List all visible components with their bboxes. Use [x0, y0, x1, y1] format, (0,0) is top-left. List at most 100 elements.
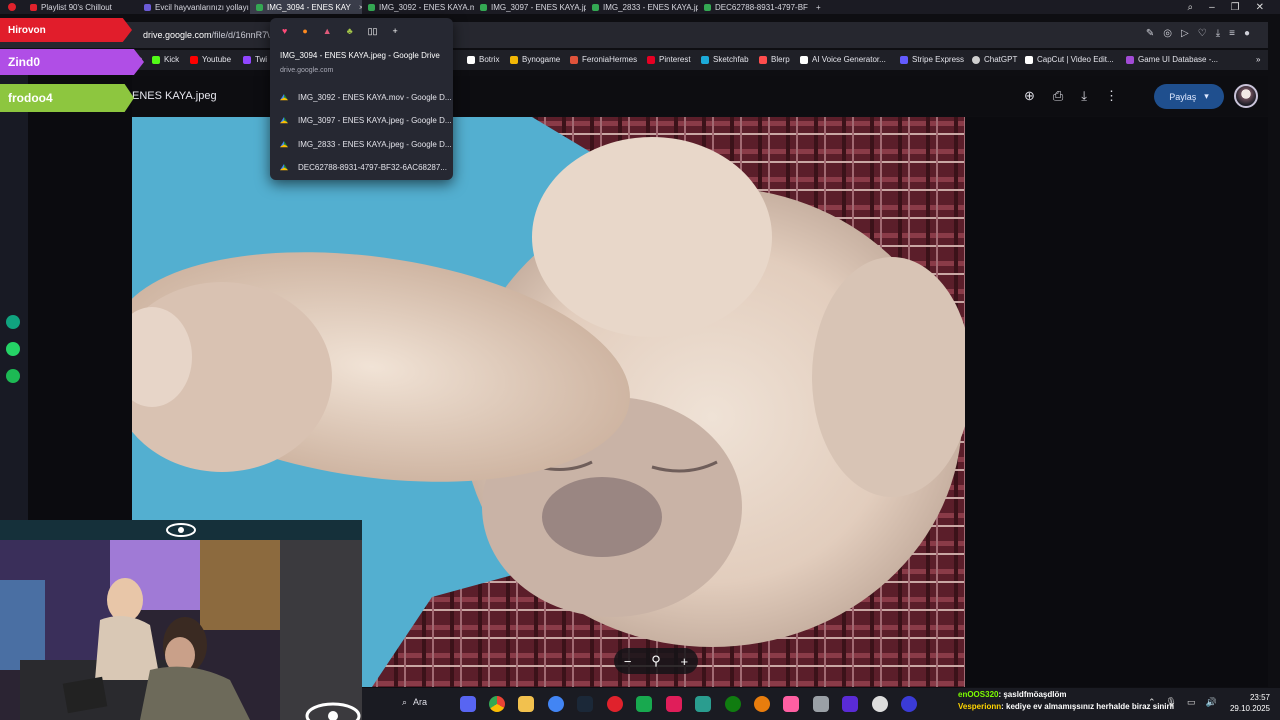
steam-icon[interactable]: [577, 696, 593, 712]
tab-label: Playlist 90's Chillout: [41, 2, 112, 12]
bookmark-feroniahermes[interactable]: FeroniaHermes: [570, 55, 637, 64]
profile-icon[interactable]: ●: [1244, 28, 1250, 39]
visual-studio-icon[interactable]: [842, 696, 858, 712]
tab-evcil[interactable]: Evcil hayvanlarınızı yollayı: [138, 0, 250, 14]
opera-logo-icon[interactable]: [8, 3, 16, 11]
twitch-icon: [243, 55, 251, 64]
zoom-out-button[interactable]: −: [624, 654, 632, 669]
bookmark-kick[interactable]: Kick: [152, 55, 179, 64]
bookmark-twitch[interactable]: Twi: [243, 55, 267, 64]
heart-icon[interactable]: ♥: [282, 26, 287, 37]
bookmark-label: Stripe Express: [912, 55, 965, 64]
account-avatar[interactable]: [1234, 84, 1258, 108]
tab-playlist[interactable]: Playlist 90's Chillout: [24, 0, 138, 14]
display-icon[interactable]: ▭: [1187, 697, 1196, 708]
bookmark-bynogame[interactable]: Bynogame: [510, 55, 560, 64]
taskbar-search[interactable]: ⌕ Ara: [402, 697, 427, 708]
print-icon[interactable]: ⎙: [1053, 88, 1063, 104]
tab-img-3094[interactable]: IMG_3094 - ENES KAY ×: [250, 0, 362, 14]
bookmark-ai-voice[interactable]: AI Voice Generator...: [800, 55, 886, 64]
discord-icon[interactable]: [460, 696, 476, 712]
kick-icon: [152, 55, 160, 64]
bookmark-pinterest[interactable]: Pinterest: [647, 55, 691, 64]
url-text[interactable]: drive.google.com/file/d/16nnR7\: [143, 30, 270, 40]
tab-menu-item[interactable]: IMG_3097 - ENES KAYA.jpeg - Google D...: [280, 116, 452, 125]
file-explorer-icon[interactable]: [518, 696, 534, 712]
chrome-icon[interactable]: [489, 696, 505, 712]
app-cube-icon[interactable]: [695, 696, 711, 712]
bookmark-capcut[interactable]: CapCut | Video Edit...: [1025, 55, 1114, 64]
flame-icon[interactable]: ●: [302, 26, 307, 37]
chevron-down-icon[interactable]: ▾: [1204, 91, 1209, 102]
tab-img-2833[interactable]: IMG_2833 - ENES KAYA.jp: [586, 0, 698, 14]
bookmark-botrix[interactable]: Botrix: [467, 55, 499, 64]
bookmark-blerp[interactable]: Blerp: [759, 55, 790, 64]
add-icon[interactable]: +: [393, 26, 398, 37]
tree-icon[interactable]: ♣: [347, 26, 353, 37]
camera-icon[interactable]: ◎: [1163, 28, 1172, 39]
tab-img-3092[interactable]: IMG_3092 - ENES KAYA.m: [362, 0, 474, 14]
microphone-icon[interactable]: 🎙: [1166, 697, 1177, 708]
restore-icon[interactable]: ❐: [1231, 2, 1240, 13]
app-green-icon[interactable]: [636, 696, 652, 712]
tab-menu-item[interactable]: DEC62788-8931-4797-BF32-6AC68287...: [280, 163, 447, 172]
menu-icon[interactable]: ≡: [1229, 28, 1235, 39]
play-icon[interactable]: ▷: [1181, 28, 1189, 39]
opera-taskbar-icon[interactable]: [607, 696, 623, 712]
plus-icon: +: [816, 2, 821, 12]
bookmark-label: Pinterest: [659, 55, 691, 64]
botrix-icon: [467, 55, 475, 64]
bookmark-stripe[interactable]: Stripe Express: [900, 55, 964, 64]
minimize-icon[interactable]: –: [1209, 2, 1215, 13]
bookmark-label: Sketchfab: [713, 55, 749, 64]
spotify-icon[interactable]: [6, 369, 20, 383]
ai-voice-icon: [800, 55, 808, 64]
edit-icon[interactable]: ✎: [1146, 28, 1154, 39]
tab-menu-item-label: IMG_3092 - ENES KAYA.mov - Google D...: [298, 93, 452, 102]
app-pink-icon[interactable]: [783, 696, 799, 712]
app-circle-icon[interactable]: [901, 696, 917, 712]
group-icon[interactable]: ▯▯: [368, 26, 378, 37]
search-tabs-icon[interactable]: ⌕: [1187, 2, 1193, 13]
bookmark-sketchfab[interactable]: Sketchfab: [701, 55, 749, 64]
bookmarks-overflow-icon[interactable]: »: [1256, 55, 1260, 64]
bookmark-label: Blerp: [771, 55, 790, 64]
bookmark-youtube[interactable]: Youtube: [190, 55, 231, 64]
heart-icon[interactable]: ♡: [1198, 28, 1207, 39]
close-window-icon[interactable]: ✕: [1256, 2, 1264, 13]
bookmark-game-ui[interactable]: Game UI Database -...: [1126, 55, 1218, 64]
volume-icon[interactable]: 🔊: [1206, 697, 1217, 708]
bookmark-chatgpt[interactable]: ChatGPT: [972, 55, 1017, 64]
whatsapp-icon[interactable]: [6, 342, 20, 356]
download-icon[interactable]: ⤓: [1216, 28, 1220, 39]
zoom-icon[interactable]: ⚲: [651, 653, 661, 669]
chatgpt-sidebar-icon[interactable]: [6, 315, 20, 329]
blender-icon[interactable]: [754, 696, 770, 712]
new-tab-button[interactable]: +: [810, 0, 830, 14]
chrome-profile-icon[interactable]: [548, 696, 564, 712]
tab-menu-item[interactable]: IMG_3092 - ENES KAYA.mov - Google D...: [280, 93, 452, 102]
google-drive-icon: [480, 3, 487, 11]
webcam-scene: [0, 540, 362, 720]
slack-icon[interactable]: [666, 696, 682, 712]
tray-chevron-icon[interactable]: ⌃: [1148, 697, 1156, 708]
google-drive-icon: [368, 3, 375, 11]
tab-menu-item[interactable]: IMG_2833 - ENES KAYA.jpeg - Google D...: [280, 140, 452, 149]
taskbar-clock[interactable]: 23:57 29.10.2025: [1230, 692, 1270, 714]
bookmarks-bar: ive Kick Youtube Twi Botrix Bynogame Fer…: [0, 50, 1268, 70]
app-gray-icon[interactable]: [813, 696, 829, 712]
share-button[interactable]: Paylaş ▾: [1154, 84, 1224, 109]
tab-img-3097[interactable]: IMG_3097 - ENES KAYA.jp: [474, 0, 586, 14]
download-icon[interactable]: ⤓: [1081, 88, 1087, 104]
add-to-drive-icon[interactable]: ⊕: [1024, 88, 1035, 104]
more-options-icon[interactable]: ⋮: [1105, 88, 1118, 104]
zoom-in-button[interactable]: +: [681, 654, 689, 669]
cloud-icon[interactable]: ▲: [323, 26, 332, 37]
bookmark-label: Youtube: [202, 55, 232, 64]
zoom-controls: − ⚲ +: [614, 648, 698, 674]
address-bar[interactable]: drive.google.com/file/d/16nnR7\ ✎ ◎ ▷ ♡ …: [0, 22, 1268, 48]
file-title: ENES KAYA.jpeg: [132, 90, 217, 102]
chatgpt-taskbar-icon[interactable]: [872, 696, 888, 712]
tab-dec62788[interactable]: DEC62788-8931-4797-BF: [698, 0, 810, 14]
xbox-icon[interactable]: [725, 696, 741, 712]
